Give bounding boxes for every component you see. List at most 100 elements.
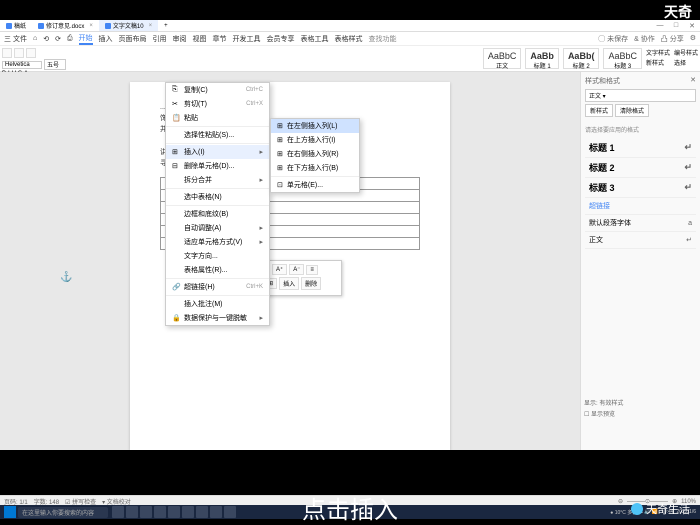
menu-view[interactable]: 视图 [193, 34, 207, 44]
menu-find[interactable]: 查找功能 [369, 34, 397, 44]
context-menu: ⎘复制(C)Ctrl+C ✂剪切(T)Ctrl+X 📋粘贴 选择性粘贴(S)..… [165, 82, 270, 326]
delete-icon: ⊟ [172, 162, 180, 170]
copy-icon: ⎘ [172, 86, 180, 94]
font-select[interactable]: Helvetica [2, 61, 42, 69]
styles-sidebar: 样式和格式 ✕ 正文 ▾ 新样式 清除格式 请选择要应用的格式 标题 1↵ 标题 … [580, 72, 700, 450]
close-icon: × [149, 23, 153, 29]
style-h3[interactable]: AaBbC标题 3 [603, 48, 642, 69]
paste-icon[interactable] [2, 48, 12, 58]
ctx-cut[interactable]: ✂剪切(T)Ctrl+X [166, 97, 269, 111]
menu-redo[interactable]: ⟳ [55, 35, 61, 43]
menu-print[interactable]: ⎙ [67, 35, 73, 43]
menu-layout[interactable]: 页面布局 [119, 34, 147, 44]
cut-icon: ✂ [172, 100, 180, 108]
anchor-icon: ⚓ [60, 272, 72, 283]
newstyle-btn[interactable]: 新样式 [585, 104, 613, 117]
ctx-dataprotect[interactable]: 🔒数据保护与一键脱敏▸ [166, 311, 269, 325]
ctx-paste[interactable]: 📋粘贴 [166, 111, 269, 125]
sub-insert-below[interactable]: ⊞在下方插入行(B) [271, 161, 359, 175]
cut-icon[interactable] [26, 48, 36, 58]
sidebar-title: 样式和格式 [585, 76, 620, 86]
show-styles-label: 显示: 有效样式 [584, 398, 696, 407]
style-normal[interactable]: AaBbC正文 [483, 48, 522, 69]
style-link-row[interactable]: 超链接 [585, 198, 696, 215]
select-button[interactable]: 选择 [674, 58, 698, 67]
ctx-delete-cell[interactable]: ⊟删除单元格(D)... [166, 159, 269, 173]
mini-grow[interactable]: A⁺ [272, 264, 287, 275]
menu-home-icon[interactable]: ⌂ [33, 35, 37, 42]
ctx-tableprops[interactable]: 表格属性(R)... [166, 263, 269, 277]
style-default-row[interactable]: 默认段落字体a [585, 215, 696, 232]
copy-icon[interactable] [14, 48, 24, 58]
link-icon: 🔗 [172, 283, 180, 291]
close-icon: × [89, 23, 93, 29]
col-left-icon: ⊞ [277, 122, 283, 130]
toolbar: Helvetica 五号 B I U S A AaBbC正文 AaBb标题 1 … [0, 46, 700, 72]
minimize-button[interactable]: — [652, 22, 668, 30]
numstyle-button[interactable]: 编号样式 [674, 48, 698, 57]
ctx-hyperlink[interactable]: 🔗超链接(H)Ctrl+K [166, 280, 269, 294]
menu-tabletools[interactable]: 表格工具 [301, 34, 329, 44]
menu-file[interactable]: 三 文件 [4, 34, 27, 44]
menu-tablestyle[interactable]: 表格样式 [335, 34, 363, 44]
ctx-comment[interactable]: 插入批注(M) [166, 297, 269, 311]
style-h3-row[interactable]: 标题 3↵ [585, 178, 696, 198]
insert-icon: ⊞ [172, 148, 180, 156]
sub-insert-left[interactable]: ⊞在左侧插入列(L) [271, 119, 359, 133]
newstyle-button[interactable]: 新样式 [646, 58, 670, 67]
sub-insert-right[interactable]: ⊞在右侧插入列(R) [271, 147, 359, 161]
menu-undo[interactable]: ⟲ [43, 35, 49, 43]
ctx-select-table[interactable]: 选中表格(N) [166, 190, 269, 204]
ctx-autofit[interactable]: 自动调整(A)▸ [166, 221, 269, 235]
insert-submenu: ⊞在左侧插入列(L) ⊞在上方插入行(I) ⊞在右侧插入列(R) ⊞在下方插入行… [270, 118, 360, 193]
size-select[interactable]: 五号 [44, 59, 66, 70]
mini-insert[interactable]: 插入 [279, 277, 299, 290]
ctx-insert[interactable]: ⊞插入(I)▸ [166, 145, 269, 159]
mini-delete[interactable]: 删除 [301, 277, 321, 290]
textstyle-button[interactable]: 文字样式 [646, 48, 670, 57]
row-below-icon: ⊞ [277, 164, 283, 172]
clearformat-btn[interactable]: 清除格式 [615, 104, 649, 117]
preview-checkbox[interactable]: ☐ 显示预览 [584, 409, 696, 418]
paste-icon: 📋 [172, 114, 180, 122]
sub-insert-cell[interactable]: ⊡单元格(E)... [271, 178, 359, 192]
share-button[interactable]: 凸 分享 [661, 34, 684, 44]
style-h2[interactable]: AaBb(标题 2 [563, 48, 600, 69]
collab-button[interactable]: & 协作 [634, 34, 655, 44]
close-button[interactable]: ✕ [684, 22, 700, 30]
ctx-border[interactable]: 边框和底纹(B) [166, 207, 269, 221]
tab-3[interactable]: 文字文稿10× [99, 20, 158, 31]
settings-icon[interactable]: ⚙ [690, 34, 696, 44]
maximize-button[interactable]: □ [668, 22, 684, 30]
tab-add[interactable]: + [158, 22, 174, 30]
menu-review[interactable]: 审阅 [173, 34, 187, 44]
menu-ref[interactable]: 引用 [153, 34, 167, 44]
tab-2[interactable]: 修订意见.docx× [32, 20, 99, 31]
ctx-split-merge[interactable]: 拆分合并▸ [166, 173, 269, 187]
menu-dev[interactable]: 开发工具 [233, 34, 261, 44]
style-body-row[interactable]: 正文↵ [585, 232, 696, 249]
mini-shrink[interactable]: A⁻ [289, 264, 304, 275]
mini-align[interactable]: ≡ [306, 265, 318, 275]
menu-chapter[interactable]: 章节 [213, 34, 227, 44]
sub-insert-above[interactable]: ⊞在上方插入行(I) [271, 133, 359, 147]
ctx-paste-special[interactable]: 选择性粘贴(S)... [166, 128, 269, 142]
cell-icon: ⊡ [277, 181, 283, 189]
current-style-select[interactable]: 正文 ▾ [585, 89, 696, 102]
menu-member[interactable]: 会员专享 [267, 34, 295, 44]
lock-icon: 🔒 [172, 314, 180, 322]
video-caption: 点击插入 [0, 489, 700, 525]
style-h1-row[interactable]: 标题 1↵ [585, 138, 696, 158]
titlebar: 稿纸 修订意见.docx× 文字文稿10× + — □ ✕ [0, 20, 700, 32]
tab-1[interactable]: 稿纸 [0, 20, 32, 31]
ctx-cellfit[interactable]: 适应单元格方式(V)▸ [166, 235, 269, 249]
menu-start[interactable]: 开始 [79, 33, 93, 45]
ctx-textdir[interactable]: 文字方向... [166, 249, 269, 263]
apply-label: 请选择要应用的格式 [585, 125, 696, 134]
style-h2-row[interactable]: 标题 2↵ [585, 158, 696, 178]
menu-insert[interactable]: 插入 [99, 34, 113, 44]
ctx-copy[interactable]: ⎘复制(C)Ctrl+C [166, 83, 269, 97]
style-h1[interactable]: AaBb标题 1 [525, 48, 559, 69]
sidebar-close[interactable]: ✕ [690, 76, 696, 86]
row-above-icon: ⊞ [277, 136, 283, 144]
